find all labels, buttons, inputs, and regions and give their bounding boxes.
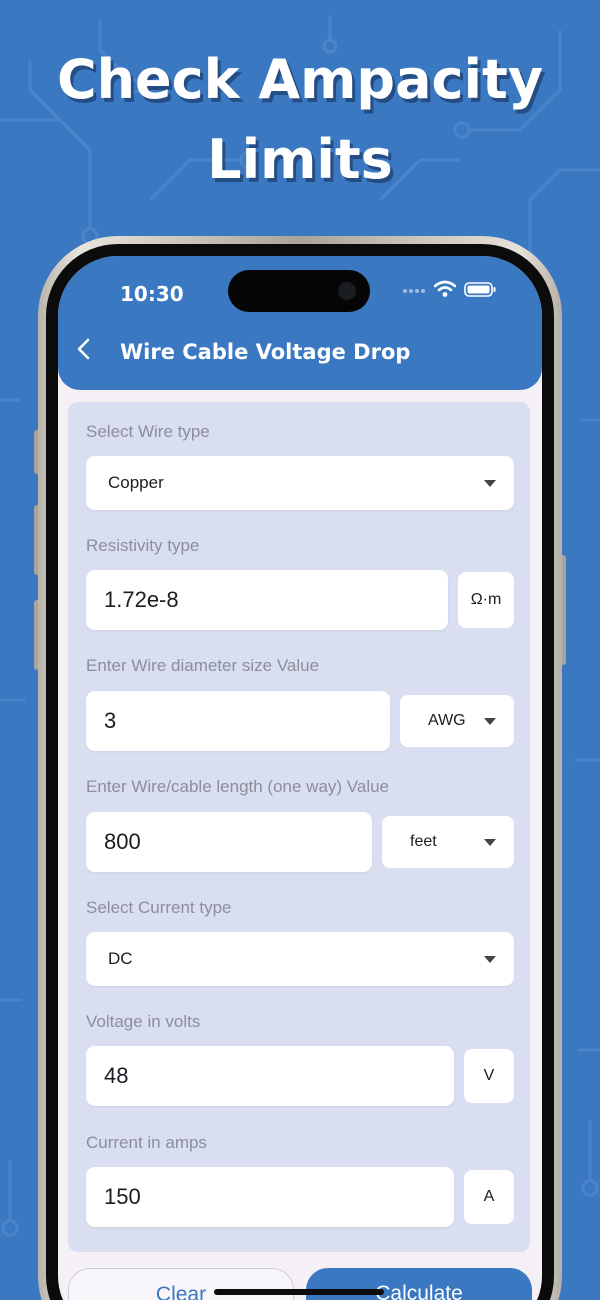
dynamic-island [228,270,370,312]
length-input[interactable]: 800 [86,812,372,872]
calculate-button[interactable]: Calculate [306,1268,532,1300]
voltage-drop-form: Select Wire type Copper Resistivity type… [68,402,530,1252]
voltage-input[interactable]: 48 [86,1046,454,1106]
signal-dots-icon [403,289,425,293]
resistivity-value: 1.72e-8 [104,587,179,612]
length-label: Enter Wire/cable length (one way) Value [86,777,390,796]
voltage-label: Voltage in volts [86,1012,201,1031]
resistivity-input[interactable]: 1.72e-8 [86,570,448,630]
length-unit-select[interactable]: feet [382,816,514,868]
caret-down-icon [484,480,496,487]
status-time: 10:30 [120,282,184,306]
phone-bezel: 10:30 Wire Cable Voltage Drop Select Wir… [46,244,554,1300]
battery-icon [464,282,496,297]
promo-headline-line2: Limits [207,128,393,191]
current-type-value: DC [108,949,133,968]
resistivity-unit: Ω·m [458,572,514,628]
current-unit-text: A [483,1188,495,1205]
chevron-left-icon[interactable] [72,336,98,362]
app-header: 10:30 Wire Cable Voltage Drop [58,256,542,390]
wire-type-label: Select Wire type [86,422,210,441]
diameter-value: 3 [104,708,117,733]
current-type-label: Select Current type [86,898,232,917]
voltage-unit-text: V [483,1067,495,1084]
current-value: 150 [104,1184,141,1209]
promo-headline-line1: Check Ampacity [56,48,544,111]
current-type-select[interactable]: DC [86,932,514,986]
diameter-label: Enter Wire diameter size Value [86,656,320,675]
current-unit: A [464,1170,514,1224]
current-label: Current in amps [86,1133,207,1152]
caret-down-icon [484,956,496,963]
wifi-icon [434,280,456,297]
home-indicator [214,1289,384,1295]
clear-button[interactable]: Clear [68,1268,294,1300]
caret-down-icon [484,839,496,846]
camera-lens-icon [338,282,356,300]
promo-headline: Check Ampacity Limits [0,40,600,200]
length-value: 800 [104,829,141,854]
current-input[interactable]: 150 [86,1167,454,1227]
caret-down-icon [484,718,496,725]
wire-type-value: Copper [108,473,164,492]
voltage-value: 48 [104,1063,129,1088]
length-unit-text: feet [410,833,437,850]
phone-frame: 10:30 Wire Cable Voltage Drop Select Wir… [38,236,562,1300]
phone-screen: 10:30 Wire Cable Voltage Drop Select Wir… [58,256,542,1300]
page-title: Wire Cable Voltage Drop [120,340,411,364]
wire-type-select[interactable]: Copper [86,456,514,510]
diameter-unit-select[interactable]: AWG [400,695,514,747]
resistivity-label: Resistivity type [86,536,200,555]
diameter-unit-text: AWG [428,712,466,729]
resistivity-unit-text: Ω·m [470,591,502,608]
diameter-input[interactable]: 3 [86,691,390,751]
voltage-unit: V [464,1049,514,1103]
